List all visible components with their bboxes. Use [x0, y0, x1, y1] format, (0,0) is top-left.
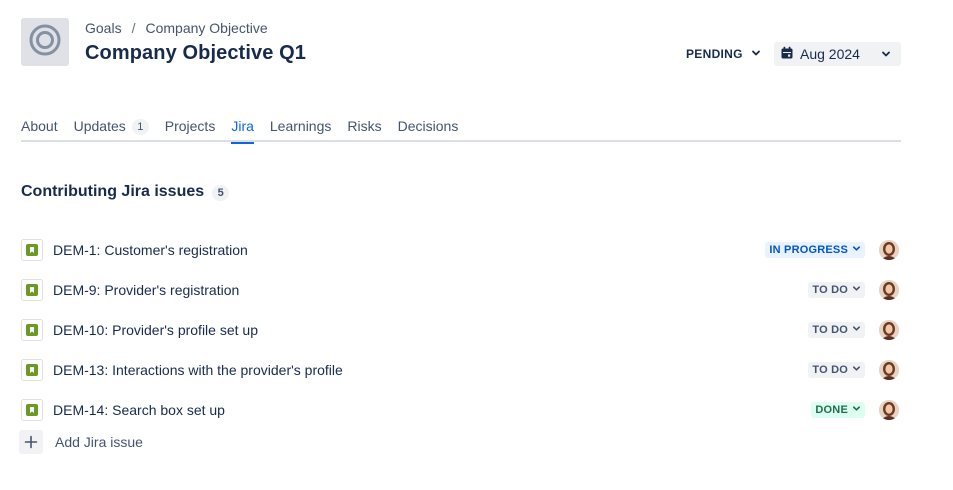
issue-status-label: TO DO: [812, 284, 848, 296]
issue-title-link[interactable]: DEM-14: Search box set up: [53, 402, 225, 418]
issue-status-label: DONE: [815, 404, 848, 416]
story-icon: [21, 359, 43, 381]
assignee-avatar[interactable]: [879, 400, 899, 420]
goal-tabs: About Updates 1 Projects Jira Learnings …: [21, 116, 901, 144]
goal-avatar: [21, 18, 69, 66]
updates-count-badge: 1: [131, 119, 149, 135]
issue-status-label: IN PROGRESS: [769, 244, 848, 256]
add-jira-issue-button[interactable]: Add Jira issue: [19, 430, 143, 454]
story-icon: [21, 319, 43, 341]
tab-risks[interactable]: Risks: [347, 116, 381, 142]
list-item[interactable]: DEM-14: Search box set up DONE: [21, 390, 901, 430]
list-item[interactable]: DEM-13: Interactions with the provider's…: [21, 350, 901, 390]
tab-label: Projects: [164, 118, 216, 134]
issue-status-label: TO DO: [812, 364, 848, 376]
chevron-down-icon: [852, 324, 861, 336]
breadcrumb-current-link[interactable]: Company Objective: [145, 20, 267, 36]
issue-status-dropdown[interactable]: TO DO: [808, 322, 865, 338]
tab-learnings[interactable]: Learnings: [270, 116, 332, 142]
list-item[interactable]: DEM-1: Customer's registration IN PROGRE…: [21, 230, 901, 270]
jira-issue-list: DEM-1: Customer's registration IN PROGRE…: [21, 230, 901, 430]
assignee-avatar[interactable]: [879, 360, 899, 380]
goal-status-label: PENDING: [686, 47, 743, 61]
issue-title-link[interactable]: DEM-10: Provider's profile set up: [53, 322, 258, 338]
story-icon: [21, 279, 43, 301]
issue-status-dropdown[interactable]: DONE: [811, 402, 865, 418]
issue-status-label: TO DO: [812, 324, 848, 336]
goal-status-dropdown[interactable]: PENDING: [680, 42, 767, 66]
target-icon: [28, 23, 62, 62]
tab-projects[interactable]: Projects: [165, 116, 216, 142]
chevron-down-icon: [881, 46, 891, 62]
breadcrumb: Goals / Company Objective: [85, 20, 268, 36]
target-date-label: Aug 2024: [800, 46, 860, 62]
list-item[interactable]: DEM-9: Provider's registration TO DO: [21, 270, 901, 310]
tab-label: Risks: [347, 118, 382, 134]
issue-status-dropdown[interactable]: IN PROGRESS: [765, 242, 865, 258]
add-jira-issue-label: Add Jira issue: [55, 434, 143, 450]
section-title: Contributing Jira issues 5: [21, 183, 230, 201]
plus-icon: [19, 430, 43, 454]
goal-page: Goals / Company Objective Company Object…: [0, 0, 953, 490]
calendar-icon: [780, 46, 794, 63]
breadcrumb-goals-link[interactable]: Goals: [85, 20, 122, 36]
issue-status-dropdown[interactable]: TO DO: [808, 282, 865, 298]
tab-jira[interactable]: Jira: [231, 116, 254, 144]
list-item[interactable]: DEM-10: Provider's profile set up TO DO: [21, 310, 901, 350]
issue-title-link[interactable]: DEM-13: Interactions with the provider's…: [53, 362, 343, 378]
tab-decisions[interactable]: Decisions: [398, 116, 459, 142]
story-icon: [21, 399, 43, 421]
tab-label: Learnings: [269, 118, 332, 134]
chevron-down-icon: [751, 47, 761, 61]
tab-label: Jira: [231, 118, 254, 134]
assignee-avatar[interactable]: [879, 240, 899, 260]
breadcrumb-separator: /: [131, 20, 136, 36]
tab-label: Decisions: [397, 118, 459, 134]
assignee-avatar[interactable]: [879, 320, 899, 340]
issues-count-badge: 5: [212, 184, 230, 201]
story-icon: [21, 239, 43, 261]
issue-status-dropdown[interactable]: TO DO: [808, 362, 865, 378]
assignee-avatar[interactable]: [879, 280, 899, 300]
chevron-down-icon: [852, 284, 861, 296]
tab-about[interactable]: About: [21, 116, 58, 142]
chevron-down-icon: [852, 244, 861, 256]
chevron-down-icon: [852, 404, 861, 416]
target-date-dropdown[interactable]: Aug 2024: [774, 42, 901, 66]
issue-title-link[interactable]: DEM-1: Customer's registration: [53, 242, 248, 258]
page-title: Company Objective Q1: [85, 42, 306, 64]
tab-label: About: [21, 118, 58, 134]
tab-updates[interactable]: Updates 1: [74, 116, 149, 142]
chevron-down-icon: [852, 364, 861, 376]
issue-title-link[interactable]: DEM-9: Provider's registration: [53, 282, 239, 298]
section-title-text: Contributing Jira issues: [21, 183, 205, 200]
tab-label: Updates: [73, 118, 126, 134]
